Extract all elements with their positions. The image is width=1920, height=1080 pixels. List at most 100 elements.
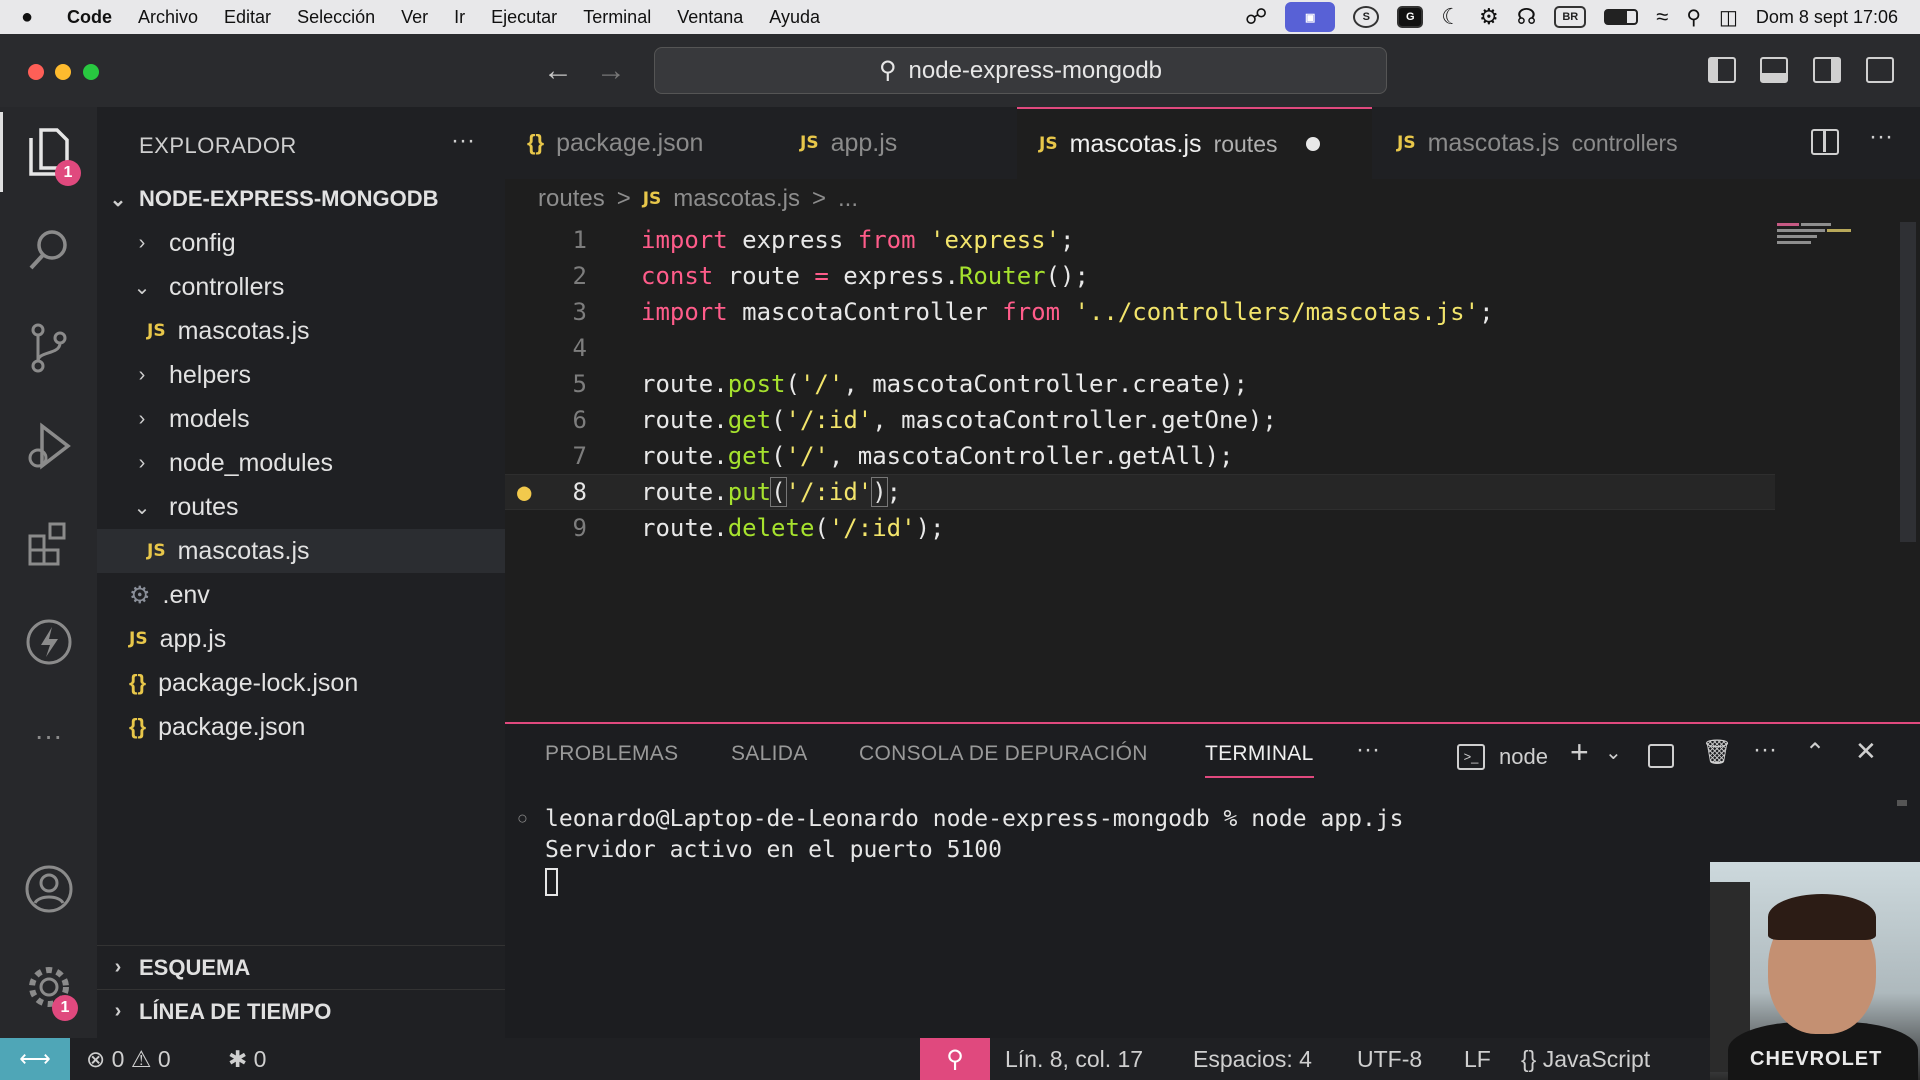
ports-indicator[interactable]: ✱ 0 (228, 1046, 266, 1073)
menubar-clock[interactable]: Dom 8 sept 17:06 (1756, 7, 1898, 28)
moon-icon[interactable]: ☾ (1441, 4, 1461, 30)
tree-folder-config[interactable]: › config (97, 221, 505, 265)
terminal-scrollbar[interactable] (1897, 800, 1907, 806)
accounts-activity[interactable] (0, 849, 97, 929)
zoom-window-button[interactable] (83, 64, 99, 80)
grammarly-icon[interactable]: G (1397, 6, 1424, 28)
breadcrumb-symbol[interactable]: ... (838, 185, 858, 213)
tree-folder-controllers[interactable]: ⌄ controllers (97, 265, 505, 309)
menu-ir[interactable]: Ir (441, 7, 478, 28)
tree-folder-models[interactable]: › models (97, 397, 505, 441)
language-mode[interactable]: {} JavaScript (1521, 1046, 1650, 1073)
terminal-shell-name[interactable]: node (1499, 744, 1548, 770)
menu-terminal[interactable]: Terminal (570, 7, 664, 28)
minimap[interactable] (1777, 221, 1861, 247)
code-line[interactable]: 7 route.get('/', mascotaController.getAl… (505, 438, 1775, 474)
lightbulb-icon[interactable]: ● (517, 478, 531, 506)
apple-menu-icon[interactable]: ● (0, 6, 54, 29)
tab-debug-console[interactable]: CONSOLA DE DEPURACIÓN (859, 742, 1148, 766)
tab-mascotas-controllers[interactable]: JS mascotas.js controllers (1375, 107, 1715, 179)
spotlight-search-icon[interactable]: ⚲ (1686, 5, 1701, 30)
menu-ver[interactable]: Ver (388, 7, 441, 28)
zoom-in-icon[interactable]: ⚲ (920, 1038, 990, 1080)
screen-share-icon[interactable]: ▣ (1285, 2, 1336, 32)
split-terminal-icon[interactable] (1648, 744, 1674, 768)
menu-ventana[interactable]: Ventana (664, 7, 756, 28)
tree-file-routes-mascotas[interactable]: JS mascotas.js (97, 529, 505, 573)
trash-icon[interactable]: 🗑 (1702, 738, 1732, 767)
code-line[interactable]: 3 import mascotaController from '../cont… (505, 294, 1775, 330)
project-root-folder[interactable]: ⌄ NODE-EXPRESS-MONGODB (97, 177, 505, 221)
breadcrumb-folder[interactable]: routes (538, 185, 605, 213)
keyboard-layout-icon[interactable]: BR (1554, 6, 1587, 28)
new-terminal-plus-icon[interactable]: + (1570, 734, 1589, 771)
menu-code[interactable]: Code (54, 7, 125, 28)
tree-folder-routes[interactable]: ⌄ routes (97, 485, 505, 529)
code-line[interactable]: 6 route.get('/:id', mascotaController.ge… (505, 402, 1775, 438)
tab-output[interactable]: SALIDA (731, 742, 808, 766)
command-center-search[interactable]: ⚲ node-express-mongodb (654, 47, 1387, 94)
tree-file-package[interactable]: {} package.json (97, 705, 505, 749)
forward-arrow-icon[interactable]: → (596, 54, 626, 88)
settings-activity[interactable]: 1 (0, 947, 97, 1027)
battery-icon[interactable] (1604, 9, 1639, 25)
explorer-activity[interactable]: 1 (0, 112, 97, 192)
code-line[interactable]: 1 import express from 'express'; (505, 222, 1775, 258)
search-activity[interactable] (0, 210, 97, 290)
code-line[interactable]: 4 (505, 330, 1775, 366)
tab-problems[interactable]: PROBLEMAS (545, 742, 678, 766)
breadcrumb-file[interactable]: mascotas.js (673, 185, 800, 213)
thunder-client-activity[interactable] (0, 602, 97, 682)
split-editor-icon[interactable] (1811, 129, 1839, 155)
code-editor[interactable]: 1 import express from 'express'; 2 const… (505, 217, 1920, 722)
explorer-more-icon[interactable]: ··· (451, 127, 475, 155)
errors-indicator[interactable]: ⊗ 0 ⚠ 0 (86, 1046, 171, 1073)
terminal-dropdown-chevron-icon[interactable]: ⌄ (1605, 740, 1622, 765)
indentation-setting[interactable]: Espacios: 4 (1193, 1046, 1312, 1073)
tab-terminal[interactable]: TERMINAL (1205, 742, 1314, 778)
code-line[interactable]: 2 const route = express.Router(); (505, 258, 1775, 294)
code-line[interactable]: 5 route.post('/', mascotaController.crea… (505, 366, 1775, 402)
tab-app-js[interactable]: JS app.js (778, 107, 998, 179)
outline-section[interactable]: › ESQUEMA (97, 945, 505, 989)
editor-more-icon[interactable]: ··· (1869, 123, 1893, 151)
unsaved-dot-icon[interactable] (1305, 137, 1320, 151)
menu-ayuda[interactable]: Ayuda (756, 7, 833, 28)
toggle-primary-sidebar-icon[interactable] (1708, 57, 1736, 83)
close-window-button[interactable] (28, 64, 44, 80)
source-control-activity[interactable] (0, 308, 97, 388)
menu-archivo[interactable]: Archivo (125, 7, 211, 28)
skype-icon[interactable]: S (1353, 6, 1380, 28)
tab-mascotas-routes[interactable]: JS mascotas.js routes (1017, 107, 1372, 179)
timeline-section[interactable]: › LÍNEA DE TIEMPO (97, 989, 505, 1033)
remote-indicator-icon[interactable]: ⟷ (0, 1038, 70, 1080)
tree-file-env[interactable]: ⚙ .env (97, 573, 505, 617)
panel-more-icon[interactable]: ··· (1356, 736, 1380, 764)
terminal-output[interactable]: leonardo@Laptop-de-Leonardo node-express… (545, 804, 1404, 897)
tree-file-app[interactable]: JS app.js (97, 617, 505, 661)
code-line-current[interactable]: ● 8 route.put('/:id'); (505, 474, 1775, 510)
run-debug-activity[interactable] (0, 406, 97, 486)
eol-setting[interactable]: LF (1464, 1046, 1491, 1073)
loom-icon[interactable]: ☍ (1245, 4, 1267, 30)
encoding-setting[interactable]: UTF-8 (1357, 1046, 1422, 1073)
back-arrow-icon[interactable]: ← (543, 54, 573, 88)
terminal-more-icon[interactable]: ··· (1753, 736, 1777, 764)
minimize-window-button[interactable] (55, 64, 71, 80)
tree-folder-node-modules[interactable]: › node_modules (97, 441, 505, 485)
editor-scrollbar[interactable] (1900, 222, 1916, 542)
control-center-icon[interactable]: ◫ (1719, 5, 1738, 30)
tree-folder-helpers[interactable]: › helpers (97, 353, 505, 397)
close-panel-icon[interactable]: ✕ (1855, 736, 1877, 767)
cursor-position[interactable]: Lín. 8, col. 17 (1005, 1046, 1143, 1073)
more-activities-icon[interactable]: ··· (0, 696, 97, 776)
maximize-panel-chevron-up-icon[interactable]: ⌃ (1805, 738, 1825, 767)
headphones-icon[interactable]: ☊ (1517, 4, 1537, 30)
toggle-panel-icon[interactable] (1760, 57, 1788, 83)
tree-file-controllers-mascotas[interactable]: JS mascotas.js (97, 309, 505, 353)
tab-package-json[interactable]: {} package.json (505, 107, 733, 179)
tree-file-package-lock[interactable]: {} package-lock.json (97, 661, 505, 705)
customize-layout-icon[interactable] (1866, 57, 1894, 83)
menu-editar[interactable]: Editar (211, 7, 284, 28)
toggle-secondary-sidebar-icon[interactable] (1813, 57, 1841, 83)
